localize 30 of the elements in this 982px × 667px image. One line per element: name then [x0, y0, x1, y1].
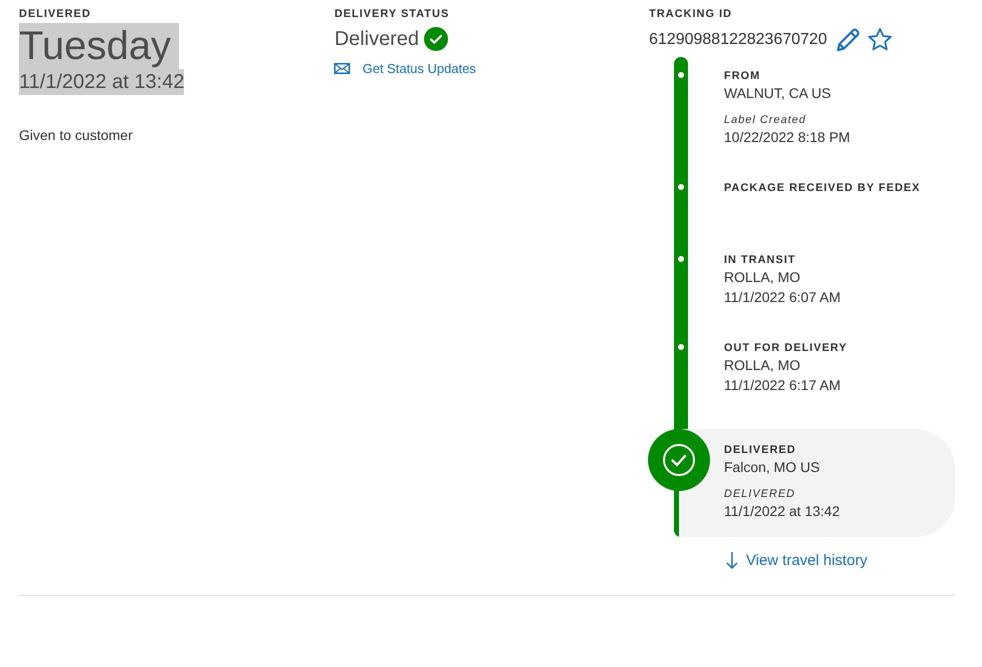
star-icon[interactable] — [866, 27, 893, 53]
step-location: ROLLA, MO — [724, 356, 800, 375]
envelope-icon — [334, 63, 350, 74]
step-time: 11/1/2022 6:17 AM — [724, 376, 840, 395]
travel-history-link[interactable]: View travel history — [726, 551, 868, 569]
section-heading: DELIVERY STATUS — [334, 7, 450, 21]
step-note: DELIVERED — [724, 487, 796, 501]
step-location: ROLLA, MO — [724, 268, 800, 287]
step-title: PACKAGE RECEIVED BY FEDEX — [724, 181, 920, 195]
step-time: 10/22/2022 8:18 PM — [724, 128, 850, 147]
step-title: FROM — [724, 69, 760, 83]
tracking-number: 61290988122823670720 — [649, 31, 827, 49]
delivery-date: 11/1/2022 at 13:42 — [19, 69, 184, 95]
delivery-note: Given to customer — [19, 127, 133, 143]
step-note: Label Created — [724, 113, 806, 127]
step-title: DELIVERED — [724, 443, 796, 457]
step-title: OUT FOR DELIVERY — [724, 341, 848, 355]
section-heading: DELIVERED — [19, 7, 91, 21]
pencil-icon[interactable] — [834, 27, 861, 53]
step-location: WALNUT, CA US — [724, 84, 831, 103]
section-heading: TRACKING ID — [649, 7, 732, 21]
status-updates-link[interactable]: Get Status Updates — [334, 61, 476, 76]
status-value: Delivered — [334, 28, 419, 50]
step-title: IN TRANSIT — [724, 253, 796, 267]
check-circle-icon — [424, 27, 448, 51]
step-time: 11/1/2022 at 13:42 — [724, 502, 840, 521]
delivery-day: Tuesday — [19, 23, 179, 69]
step-location: Falcon, MO US — [724, 458, 820, 477]
arrow-down-icon — [726, 551, 738, 569]
step-time: 11/1/2022 6:07 AM — [724, 288, 840, 307]
